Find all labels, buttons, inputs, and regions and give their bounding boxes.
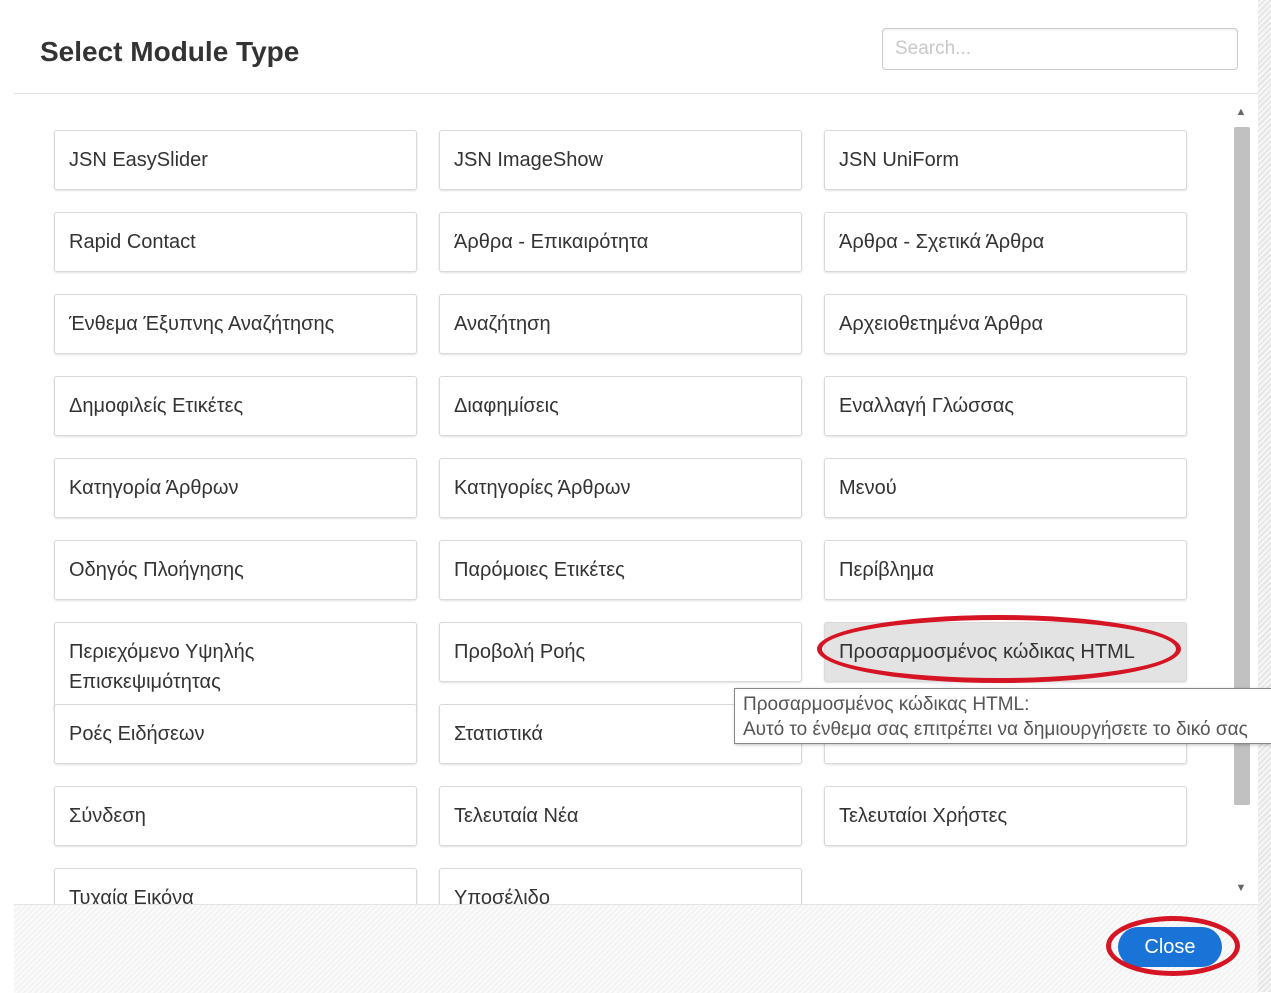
module-search[interactable]: Αναζήτηση [439,294,802,354]
module-custom-html[interactable]: Προσαρμοσμένος κώδικας HTML [824,622,1187,682]
module-grid: JSN EasySlider JSN ImageShow JSN UniForm… [54,130,1187,904]
module-news-feeds[interactable]: Ροές Ειδήσεων [54,704,417,764]
module-articles-newsflash[interactable]: Άρθρα - Επικαιρότητα [439,212,802,272]
scroll-up-arrow-icon[interactable]: ▲ [1229,100,1253,124]
close-button[interactable]: Close [1118,927,1222,967]
module-jsn-easyslider[interactable]: JSN EasySlider [54,130,417,190]
module-tooltip: Προσαρμοσμένος κώδικας HTML: Αυτό το ένθ… [734,688,1271,744]
module-most-read[interactable]: Περιεχόμενο Υψηλής Επισκεψιμότητας [54,622,417,712]
tooltip-description: Αυτό το ένθεμα σας επιτρέπει να δημιουργ… [743,719,1248,740]
module-wrapper[interactable]: Περίβλημα [824,540,1187,600]
module-latest-news[interactable]: Τελευταία Νέα [439,786,802,846]
module-random-image[interactable]: Τυχαία Εικόνα [54,868,417,904]
module-smart-search[interactable]: Ένθεμα Έξυπνης Αναζήτησης [54,294,417,354]
module-menu[interactable]: Μενού [824,458,1187,518]
page-background-edge [1258,0,1271,992]
module-similar-tags[interactable]: Παρόμοιες Ετικέτες [439,540,802,600]
module-articles-categories[interactable]: Κατηγορίες Άρθρων [439,458,802,518]
search-input[interactable] [882,28,1238,70]
tooltip-title: Προσαρμοσμένος κώδικας HTML: [743,694,1030,715]
modal-footer: Close [14,904,1258,993]
module-login[interactable]: Σύνδεση [54,786,417,846]
scroll-down-arrow-icon[interactable]: ▼ [1229,876,1253,900]
module-rapid-contact[interactable]: Rapid Contact [54,212,417,272]
module-feed-display[interactable]: Προβολή Ροής [439,622,802,682]
module-language-switcher[interactable]: Εναλλαγή Γλώσσας [824,376,1187,436]
modal-header: Select Module Type [14,0,1258,94]
modal-body: JSN EasySlider JSN ImageShow JSN UniForm… [14,94,1258,904]
select-module-modal: Select Module Type JSN EasySlider JSN Im… [14,0,1258,993]
module-archived-articles[interactable]: Αρχειοθετημένα Άρθρα [824,294,1187,354]
vertical-scrollbar[interactable]: ▲ ▼ [1229,100,1253,900]
module-banners[interactable]: Διαφημίσεις [439,376,802,436]
module-articles-related[interactable]: Άρθρα - Σχετικά Άρθρα [824,212,1187,272]
module-latest-users[interactable]: Τελευταίοι Χρήστες [824,786,1187,846]
module-jsn-uniform[interactable]: JSN UniForm [824,130,1187,190]
module-breadcrumbs[interactable]: Οδηγός Πλοήγησης [54,540,417,600]
module-articles-category[interactable]: Κατηγορία Άρθρων [54,458,417,518]
modal-title: Select Module Type [40,36,300,67]
scrollbar-track[interactable] [1232,124,1250,876]
module-footer[interactable]: Υποσέλιδο [439,868,802,904]
module-jsn-imageshow[interactable]: JSN ImageShow [439,130,802,190]
module-popular-tags[interactable]: Δημοφιλείς Ετικέτες [54,376,417,436]
